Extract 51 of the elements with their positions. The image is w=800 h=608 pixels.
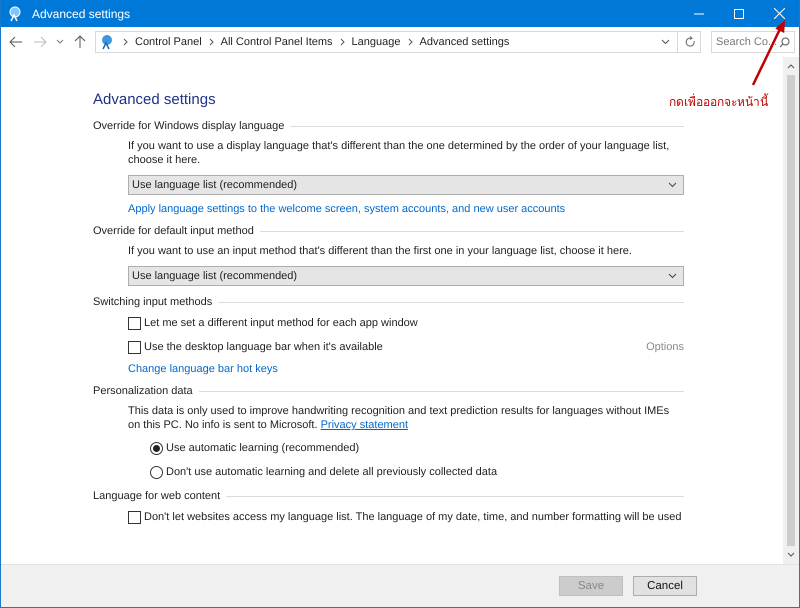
- window-title: Advanced settings: [32, 6, 130, 20]
- section-heading: Personalization data: [93, 385, 193, 397]
- up-arrow-icon: [74, 35, 86, 49]
- privacy-link[interactable]: Privacy statement: [320, 419, 408, 431]
- chevron-icon: [408, 38, 412, 46]
- checkbox-label[interactable]: Use the desktop language bar when it's available: [144, 341, 383, 353]
- caret-icon[interactable]: [661, 39, 670, 45]
- checkbox-label[interactable]: Don't let websites access my language list. The language of my date, time, and number formatting will be used: [144, 511, 682, 523]
- section-heading: Override for default input method: [93, 225, 254, 237]
- address-bar[interactable]: Control Panel All Control Panel Items Language Advanced settings: [95, 31, 701, 53]
- settings-link[interactable]: Change language bar hot keys: [128, 363, 278, 375]
- description-text: If you want to use a display language that's different than the one determined by the order of your language list, choose it here.: [128, 139, 670, 167]
- breadcrumb[interactable]: All Control Panel Items: [220, 36, 333, 48]
- close-icon: [774, 8, 784, 19]
- dropdown[interactable]: Use language list (recommended): [128, 266, 684, 286]
- breadcrumb[interactable]: Control Panel: [135, 36, 202, 48]
- radio-button[interactable]: [150, 442, 163, 454]
- forward-arrow-icon: [33, 36, 47, 48]
- maximize-icon: [734, 8, 744, 18]
- refresh-icon[interactable]: [685, 36, 696, 48]
- section-heading: Language for web content: [93, 490, 220, 502]
- annotation-arrow: [751, 18, 786, 87]
- section-heading: Override for Windows display language: [93, 120, 284, 132]
- breadcrumb[interactable]: Language: [352, 36, 400, 48]
- checkbox[interactable]: [128, 340, 141, 354]
- options-link[interactable]: Options: [646, 341, 684, 353]
- settings-link[interactable]: Apply language settings to the welcome screen, system accounts, and new user accounts: [128, 203, 566, 215]
- back-arrow-icon: [9, 36, 23, 48]
- dropdown[interactable]: Use language list (recommended): [128, 175, 684, 195]
- checkbox-label[interactable]: Let me set a different input method for each app window: [144, 317, 418, 329]
- radio-label[interactable]: Don't use automatic learning and delete all previously collected data: [166, 466, 498, 478]
- breadcrumb[interactable]: Advanced settings: [420, 36, 510, 48]
- description-text: This data is only used to improve handwriting recognition and text prediction results for languages without IMEs on this PC. No info is sent to Microsoft. Privacy statement: [128, 404, 670, 432]
- checkbox[interactable]: [128, 316, 141, 330]
- scroll-down-icon[interactable]: [787, 552, 795, 558]
- caret-icon: [668, 182, 677, 188]
- scrollbar[interactable]: [783, 57, 799, 564]
- dialog-button[interactable]: Cancel: [633, 576, 697, 596]
- checkbox[interactable]: [128, 510, 141, 524]
- search-icon: [779, 37, 790, 48]
- description-text: If you want to use an input method that's different than the first one in your language list, choose it here.: [128, 244, 633, 258]
- radio-button[interactable]: [150, 466, 163, 478]
- annotation-text: กดเพื่อออกจะหน้านี้: [669, 92, 768, 111]
- chevron-icon: [208, 38, 214, 46]
- chevron-icon: [340, 38, 345, 46]
- chevron-icon: [123, 38, 128, 46]
- section-heading: Switching input methods: [93, 296, 212, 308]
- scroll-up-icon[interactable]: [787, 63, 795, 69]
- radio-label[interactable]: Use automatic learning (recommended): [166, 442, 360, 454]
- caret-icon: [56, 39, 64, 45]
- caret-icon: [668, 273, 677, 279]
